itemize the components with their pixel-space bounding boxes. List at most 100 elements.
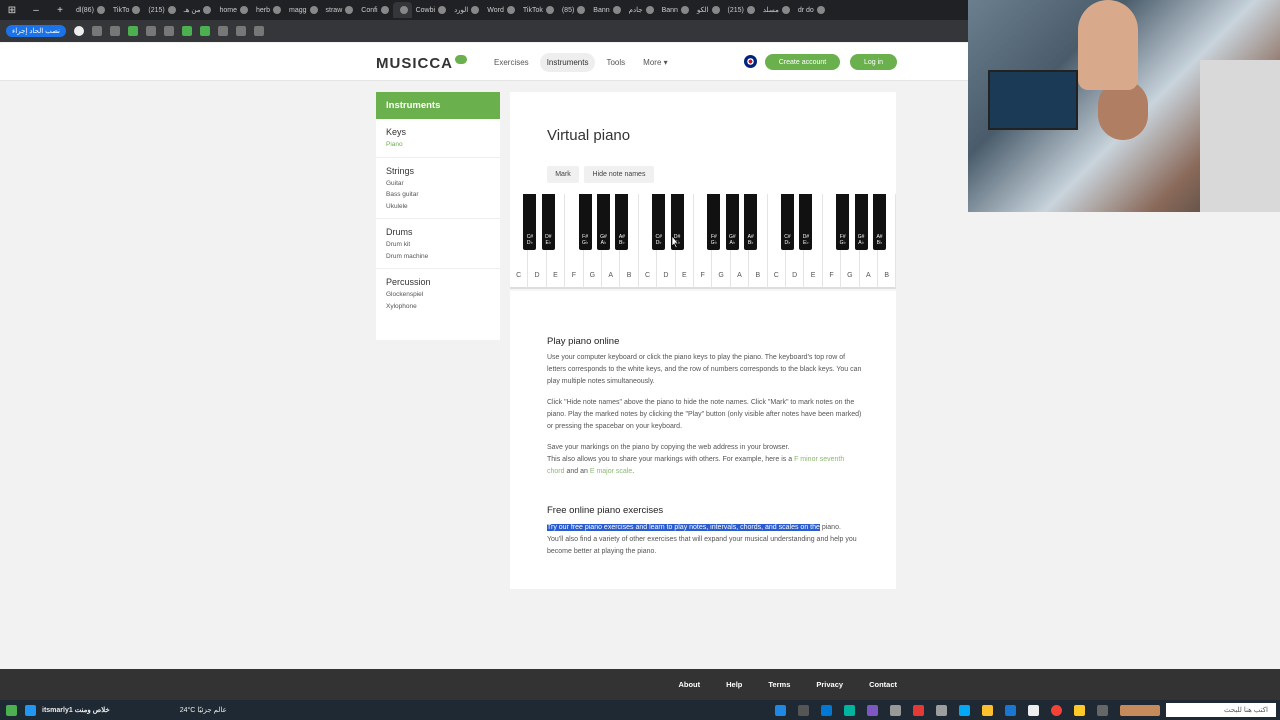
tab-label: magg [289, 6, 307, 14]
footer-link-help[interactable]: Help [726, 680, 742, 689]
taskbar-app-icon[interactable] [821, 704, 832, 716]
sidebar-group-title[interactable]: Percussion [386, 277, 490, 287]
sidebar-group-title[interactable]: Strings [386, 166, 490, 176]
bookmark-icon[interactable] [254, 26, 264, 36]
piano-black-key[interactable]: A# B♭ [615, 194, 629, 250]
footer-link-contact[interactable]: Contact [869, 680, 897, 689]
piano-black-key[interactable]: C# D♭ [652, 194, 666, 250]
taskbar-app-icon[interactable] [867, 704, 878, 716]
mark-button[interactable]: Mark [547, 166, 579, 183]
uk-flag-icon[interactable] [744, 55, 757, 68]
taskbar-app-icon[interactable] [1028, 704, 1039, 716]
browser-tab[interactable]: الورد [450, 2, 483, 18]
browser-tab[interactable]: dr do [794, 2, 829, 18]
taskbar-app-icon[interactable] [913, 704, 924, 716]
bookmark-icon[interactable] [110, 26, 120, 36]
taskbar-search-input[interactable]: اكتب هنا للبحث [1166, 703, 1276, 717]
new-tab-icon[interactable]: + [48, 5, 72, 16]
footer-link-terms[interactable]: Terms [768, 680, 790, 689]
browser-tab[interactable]: home [215, 2, 252, 18]
piano-black-key[interactable]: G# A♭ [597, 194, 610, 250]
browser-tab[interactable]: magg [285, 2, 322, 18]
settings-icon[interactable] [890, 704, 901, 716]
bookmark-button[interactable]: نصب الحاد إجراء [6, 25, 66, 37]
browser-tab[interactable]: جادم [625, 2, 658, 18]
sidebar-item-bass-guitar[interactable]: Bass guitar [386, 189, 490, 201]
nav-exercises[interactable]: Exercises [487, 53, 536, 72]
tab-favicon-icon [132, 6, 141, 14]
piano-black-key[interactable]: C# D♭ [781, 194, 794, 250]
link-e-major-scale[interactable]: E major scale [590, 468, 632, 475]
minimize-icon[interactable]: – [24, 5, 48, 16]
browser-tab[interactable]: مسلد [759, 2, 794, 18]
browser-tab[interactable]: herb [252, 2, 285, 18]
taskbar-app-icon[interactable] [775, 704, 786, 716]
browser-menu-icon[interactable]: ⊞ [0, 5, 24, 16]
browser-tab[interactable]: straw [322, 2, 358, 18]
browser-tab[interactable]: Confi [357, 2, 392, 18]
bookmark-icon[interactable] [92, 26, 102, 36]
browser-tab[interactable]: Word [483, 2, 519, 18]
taskbar-app-icon[interactable] [959, 704, 970, 716]
piano-black-key[interactable]: G# A♭ [725, 194, 739, 250]
bookmark-icon[interactable] [74, 26, 84, 36]
piano-black-key[interactable]: A# B♭ [744, 194, 758, 250]
nav-more[interactable]: More ▾ [636, 53, 674, 72]
browser-tab[interactable]: (215) [144, 2, 179, 18]
login-button[interactable]: Log in [850, 54, 897, 70]
taskbar-app-icon[interactable] [1005, 704, 1016, 716]
browser-tab[interactable]: TikTok [519, 2, 558, 18]
chrome-icon[interactable] [1051, 704, 1062, 716]
browser-tab[interactable]: (215) [724, 2, 759, 18]
taskbar-app-icon[interactable] [6, 704, 17, 716]
footer-link-about[interactable]: About [678, 680, 700, 689]
sidebar-group-title[interactable]: Drums [386, 227, 490, 237]
musicca-logo[interactable]: MUSICCA [376, 55, 467, 72]
file-explorer-icon[interactable] [982, 704, 993, 716]
browser-tab[interactable]: من هـ [180, 2, 216, 18]
taskbar-app-icon[interactable] [798, 704, 809, 716]
sidebar-group-title[interactable]: Keys [386, 127, 490, 137]
folder-icon[interactable] [1074, 704, 1085, 716]
hide-note-names-button[interactable]: Hide note names [584, 166, 654, 183]
browser-tab[interactable] [392, 2, 412, 18]
star-icon[interactable] [236, 26, 246, 36]
sidebar-item-drum-kit[interactable]: Drum kit [386, 239, 490, 251]
piano-black-key[interactable]: C# D♭ [523, 194, 537, 250]
bookmark-icon[interactable] [182, 26, 192, 36]
sidebar-item-guitar[interactable]: Guitar [386, 178, 490, 190]
taskbar-app-icon[interactable] [1097, 704, 1108, 716]
create-account-button[interactable]: Create account [765, 54, 840, 70]
sidebar-item-drum-machine[interactable]: Drum machine [386, 251, 490, 263]
nav-instruments[interactable]: Instruments [539, 53, 596, 72]
bookmark-icon[interactable] [218, 26, 228, 36]
browser-tab[interactable]: الكو [693, 2, 724, 18]
browser-tab[interactable]: TikTo [109, 2, 144, 18]
piano-black-key[interactable]: F# G♭ [578, 194, 592, 250]
taskbar-app-icon[interactable] [936, 704, 947, 716]
piano-black-key[interactable]: D# E♭ [799, 194, 813, 250]
piano-black-key[interactable]: G# A♭ [854, 194, 868, 250]
bookmark-icon[interactable] [146, 26, 156, 36]
sidebar-item-glockenspiel[interactable]: Glockenspiel [386, 289, 490, 301]
browser-tab[interactable]: Bann [589, 2, 624, 18]
taskbar-app-icon[interactable] [25, 704, 36, 716]
piano-black-key[interactable]: F# G♭ [707, 194, 721, 250]
taskbar-weather[interactable]: 24°C عالم جزئيًا [180, 706, 227, 714]
browser-tab[interactable]: Bann [658, 2, 693, 18]
bookmark-icon[interactable] [128, 26, 138, 36]
sidebar-item-xylophone[interactable]: Xylophone [386, 301, 490, 313]
browser-tab[interactable]: (85) [558, 2, 589, 18]
browser-tab[interactable]: dl(86) [72, 2, 109, 18]
sidebar-item-piano[interactable]: Piano [386, 139, 490, 151]
bookmark-icon[interactable] [200, 26, 210, 36]
browser-tab[interactable]: Cowbi [412, 2, 450, 18]
piano-black-key[interactable]: F# G♭ [836, 194, 850, 250]
nav-tools[interactable]: Tools [599, 53, 632, 72]
taskbar-app-icon[interactable] [844, 704, 855, 716]
piano-black-key[interactable]: A# B♭ [873, 194, 886, 250]
piano-black-key[interactable]: D# E♭ [541, 194, 555, 250]
bookmark-icon[interactable] [164, 26, 174, 36]
footer-link-privacy[interactable]: Privacy [816, 680, 843, 689]
sidebar-item-ukulele[interactable]: Ukulele [386, 201, 490, 213]
